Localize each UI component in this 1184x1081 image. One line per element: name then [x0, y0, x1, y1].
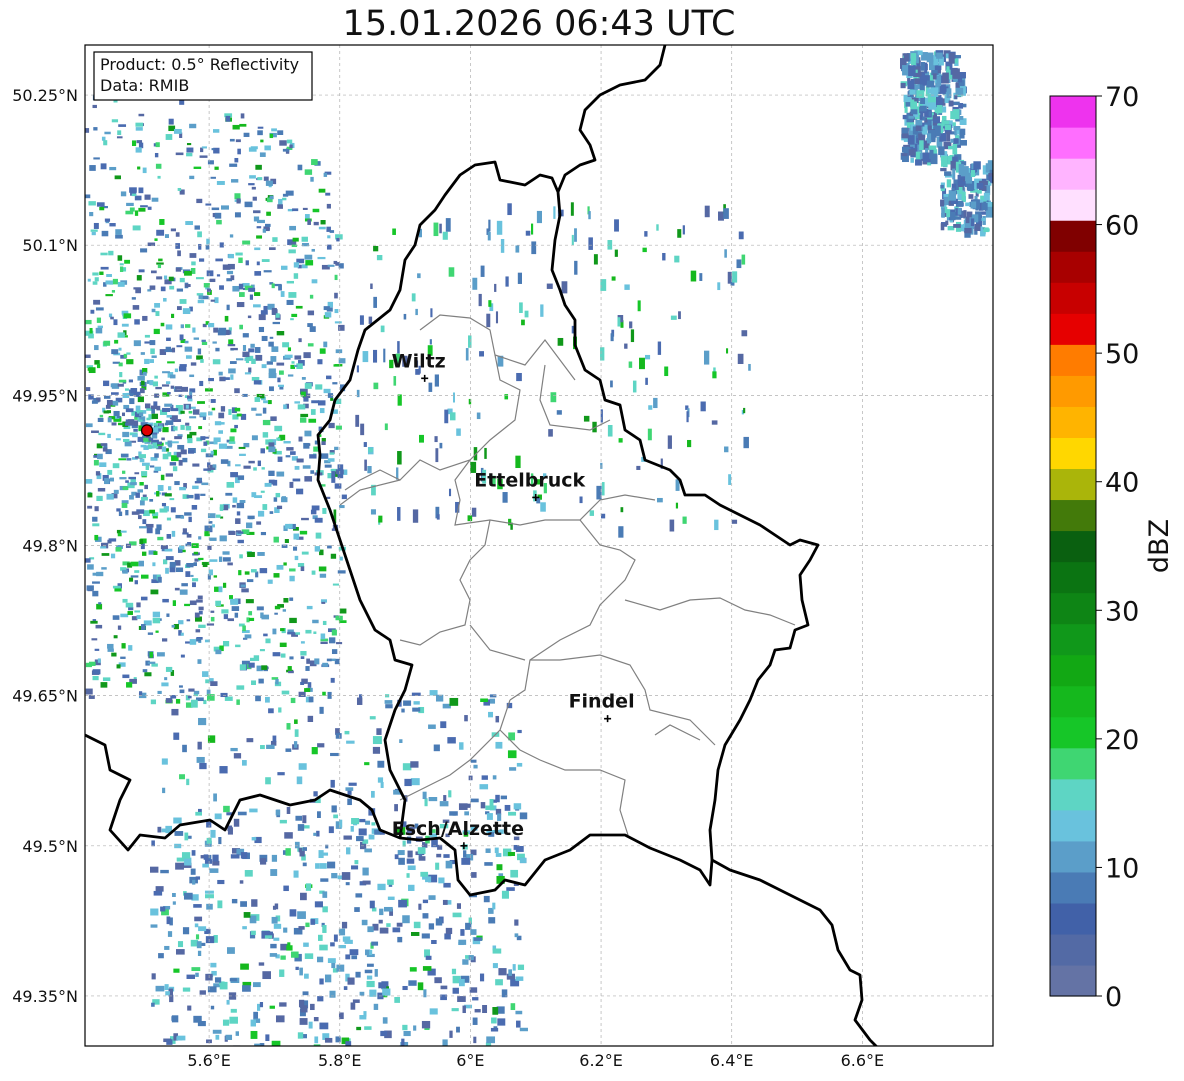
city-marker: Esch/Alzette: [392, 818, 524, 850]
lat-tick-label: 49.5°N: [22, 837, 78, 856]
radar-map: 5.6°E 5.8°E 6°E 6.2°E 6.4°E 6.6°E 50.25°N 50.1…: [12, 44, 994, 1070]
info-box: Product: 0.5° Reflectivity Data: RMIB: [93, 51, 313, 101]
city-label: Ettelbruck: [474, 469, 585, 491]
map-frame: [84, 44, 994, 1047]
city-markers: Wiltz Ettelbruck Findel Esch/Alzette: [392, 350, 635, 850]
info-product: Product: 0.5° Reflectivity: [100, 55, 299, 74]
latitude-ticks: 50.25°N 50.1°N 49.95°N 49.8°N 49.65°N 49.5°N 4…: [12, 86, 78, 1006]
municipal-boundaries: [339, 314, 796, 836]
map-gridlines: [85, 45, 993, 1046]
longitude-ticks: 5.6°E 5.8°E 6°E 6.2°E 6.4°E 6.6°E: [187, 1051, 884, 1070]
lat-tick-label: 49.35°N: [12, 987, 78, 1006]
city-label: Esch/Alzette: [392, 818, 524, 840]
lon-tick-label: 6°E: [456, 1051, 484, 1070]
city-marker: Findel: [569, 691, 635, 723]
city-cross-icon: [421, 374, 429, 382]
lon-tick-label: 6.4°E: [710, 1051, 754, 1070]
radar-site-marker: [140, 424, 154, 437]
city-cross-icon: [604, 715, 612, 723]
city-label: Wiltz: [392, 350, 446, 372]
lon-tick-label: 6.2°E: [579, 1051, 623, 1070]
info-data-source: Data: RMIB: [100, 76, 189, 95]
city-label: Findel: [569, 691, 635, 713]
city-marker: Ettelbruck: [474, 469, 586, 501]
lat-tick-label: 49.95°N: [12, 386, 78, 405]
lon-tick-label: 5.6°E: [187, 1051, 231, 1070]
lat-tick-label: 50.25°N: [12, 86, 78, 105]
lon-tick-label: 5.8°E: [318, 1051, 362, 1070]
lat-tick-label: 49.8°N: [22, 537, 78, 556]
lon-tick-label: 6.6°E: [841, 1051, 885, 1070]
lat-tick-label: 49.65°N: [12, 687, 78, 706]
reflectivity-echoes: [85, 50, 993, 1046]
lat-tick-label: 50.1°N: [22, 236, 78, 255]
